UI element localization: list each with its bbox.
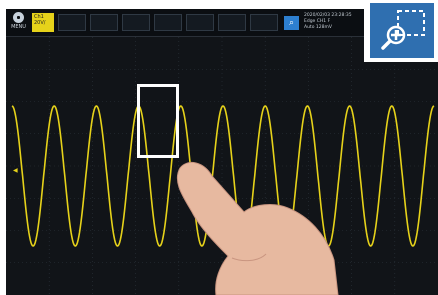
channel-tile-ch3[interactable] (90, 14, 118, 31)
channel-tile-ch2[interactable] (58, 14, 86, 31)
zoom-selection-box[interactable] (137, 84, 179, 158)
menu-label: MENU (11, 24, 26, 30)
channel-tile-ch8[interactable] (250, 14, 278, 31)
menu-icon (13, 12, 24, 23)
channel-scale: 20V/ (34, 20, 46, 26)
menu-button[interactable]: MENU (9, 11, 28, 34)
pointing-hand (176, 161, 339, 295)
channel-marker: ◀ (13, 167, 18, 174)
channel-tile-ch7[interactable] (218, 14, 246, 31)
channel-tile-ch1[interactable]: Ch1 20V/ (32, 13, 54, 32)
channel-tile-ch6[interactable] (186, 14, 214, 31)
zoom-badge[interactable] (364, 0, 438, 62)
channel-tile-ch5[interactable] (154, 14, 182, 31)
channel-tile-ch4[interactable] (122, 14, 150, 31)
trigger-icon[interactable]: ⌕ (284, 16, 299, 30)
zoom-in-icon (370, 3, 434, 58)
